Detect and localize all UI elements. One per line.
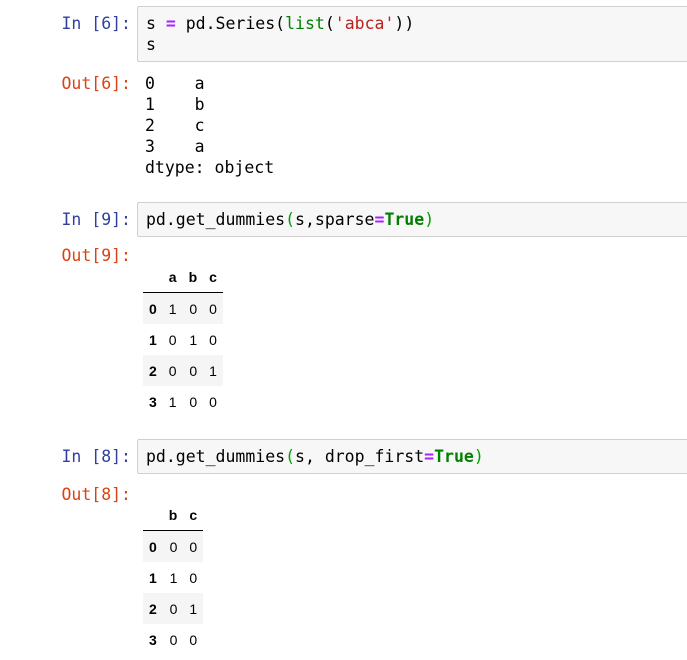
code-token: )) [394,14,415,33]
input-prompt: In [9]: [61,210,131,229]
table-row: 300 [143,624,203,655]
index-header [143,262,163,293]
code-input[interactable]: pd.get_dummies(s, drop_first=True) [137,439,687,474]
table-row: 3100 [143,386,223,417]
code-token: ) [424,210,435,229]
table-cell: 0 [209,300,217,317]
code-token: s [146,35,156,54]
output-prompt: Out[6]: [61,74,131,93]
code-input[interactable]: s = pd.Series(list('abca')) s [137,6,687,62]
row-index: 2 [149,362,157,379]
code-input[interactable]: pd.get_dummies(s,sparse=True) [137,202,687,237]
column-header: b [162,500,184,531]
code-token: True [384,210,425,229]
code-token: pd.get_dummies [146,210,286,229]
row-index: 3 [149,631,157,648]
code-token: s, drop_first [295,447,425,466]
table-cell: 0 [189,631,198,648]
table-cell: 1 [209,362,217,379]
table-row: 110 [143,562,203,593]
dataframe-table: bc000110201300 [143,500,204,655]
table-row: 000 [143,530,204,562]
index-header [143,500,163,531]
table-cell: 1 [169,569,178,586]
column-header: c [203,262,223,293]
table-cell: 0 [189,393,198,410]
header-row: abc [143,262,223,293]
code-token: ( [285,447,296,466]
table-cell: 1 [168,300,177,317]
table-cell: 0 [169,631,178,648]
code-token: True [434,447,474,466]
row-index: 2 [149,600,157,617]
code-token: s [146,14,166,33]
table-cell: 0 [168,331,177,348]
table-cell: 0 [209,331,217,348]
row-index: 0 [149,538,157,555]
input-prompt: In [6]: [61,14,131,33]
row-index: 1 [149,569,157,586]
table-row: 2001 [143,355,223,386]
table-cell: 0 [189,569,198,586]
dataframe-table: abc0100101020013100 [143,262,223,417]
table-cell: 0 [189,300,198,317]
table-cell: 1 [168,393,177,410]
code-token: s,sparse [295,210,375,229]
table-row: 1010 [143,324,223,355]
column-header: a [162,262,183,293]
table-cell: 0 [189,362,198,379]
table-row: 201 [143,593,204,624]
table-cell: 1 [189,331,198,348]
output-prompt: Out[9]: [61,246,131,265]
code-token: pd.get_dummies [146,447,286,466]
input-prompt: In [8]: [61,447,131,466]
code-token: = [424,447,435,466]
code-token: = [165,14,176,33]
column-header: c [183,500,204,531]
row-index: 1 [149,331,157,348]
output-prompt: Out[8]: [61,485,131,504]
output-text: 0 a 1 b 2 c 3 a dtype: object [145,74,275,177]
table-cell: 0 [169,600,178,617]
code-token: pd.Series( [175,14,286,33]
table-cell: 0 [209,393,217,410]
code-token: ( [324,14,335,33]
code-token: list [285,14,325,33]
code-token: ) [473,447,484,466]
code-token: 'abca' [334,14,395,33]
code-token: ( [285,210,296,229]
code-token: = [374,210,385,229]
table-cell: 1 [189,600,198,617]
table-cell: 0 [169,538,178,555]
table-row: 0100 [143,292,223,324]
column-header: b [182,262,204,293]
table-cell: 0 [168,362,177,379]
header-row: bc [143,500,204,531]
row-index: 0 [149,300,157,317]
table-cell: 0 [189,538,198,555]
row-index: 3 [149,393,157,410]
